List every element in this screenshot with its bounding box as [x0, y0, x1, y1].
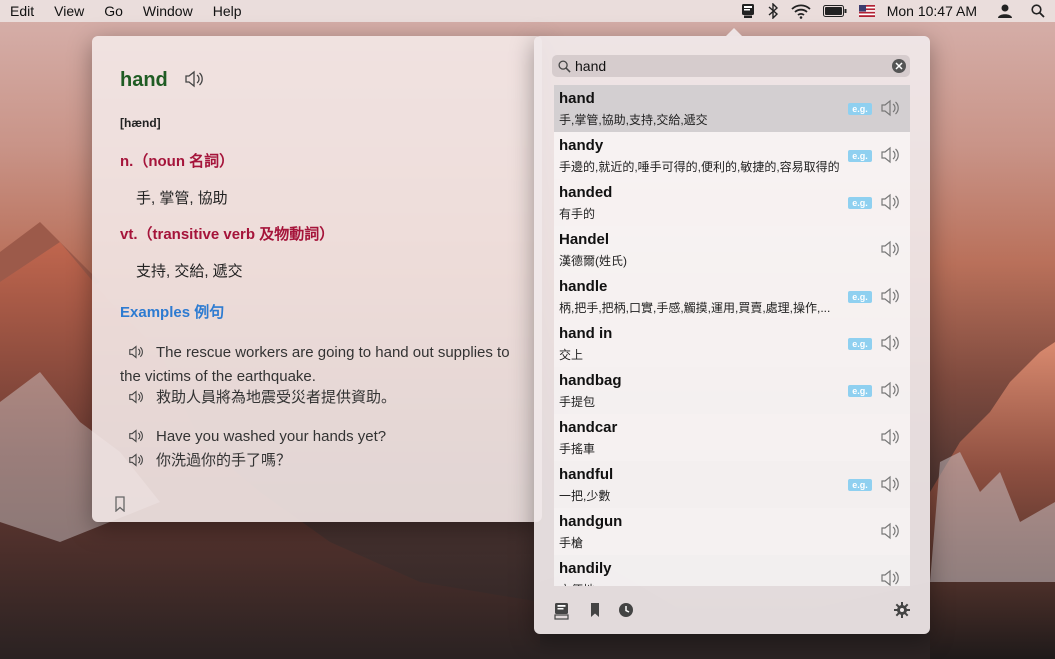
- example-badge[interactable]: e.g.: [848, 197, 872, 209]
- result-translation: 漢德爾(姓氏): [559, 254, 627, 268]
- example-badge[interactable]: e.g.: [848, 291, 872, 303]
- definition-panel: hand [hænd] n.（noun 名詞） 手, 掌管, 協助 vt.（tr…: [92, 36, 542, 522]
- example-1-english: The rescue workers are going to hand out…: [120, 342, 525, 388]
- meaning-noun: 手, 掌管, 協助: [136, 190, 228, 207]
- result-translation: 手,掌管,協助,支持,交給,遞交: [559, 113, 708, 127]
- result-row[interactable]: hand 手,掌管,協助,支持,交給,遞交 e.g.: [554, 85, 910, 132]
- meaning-verb: 支持, 交給, 遞交: [136, 263, 243, 280]
- result-translation: 一把,少數: [559, 489, 611, 503]
- result-row[interactable]: handle 柄,把手,把柄,口實,手感,觸摸,運用,買賣,處理,操作,... e.…: [554, 273, 910, 320]
- result-translation: 手提包: [559, 395, 596, 409]
- example-badge[interactable]: e.g.: [848, 479, 872, 491]
- speaker-icon[interactable]: [880, 287, 900, 310]
- speaker-icon[interactable]: [880, 193, 900, 216]
- menubar-clock[interactable]: Mon 10:47 AM: [887, 0, 977, 22]
- result-row[interactable]: handcar 手搖車: [554, 414, 910, 461]
- settings-gear-icon[interactable]: [894, 602, 910, 623]
- result-translation: 柄,把手,把柄,口實,手感,觸摸,運用,買賣,處理,操作,...: [559, 301, 831, 315]
- wifi-icon[interactable]: [791, 0, 811, 22]
- example-2-english: Have you washed your hands yet?: [120, 426, 525, 450]
- result-translation: 方便地: [559, 581, 844, 586]
- result-row[interactable]: handy 手邊的,就近的,唾手可得的,便利的,敏捷的,容易取得的 e.g.: [554, 132, 910, 179]
- us-flag-icon[interactable]: [858, 0, 875, 22]
- example-1-chinese: 救助人員將為地震受災者提供資助。: [120, 387, 525, 411]
- example-badge[interactable]: e.g.: [848, 150, 872, 162]
- example-2-chinese: 你洗過你的手了嗎？: [120, 450, 525, 474]
- bluetooth-icon[interactable]: [767, 0, 779, 22]
- result-row[interactable]: Handel 漢德爾(姓氏): [554, 226, 910, 273]
- result-translation: 手槍: [559, 536, 584, 550]
- bookmarks-tab-icon[interactable]: [589, 602, 601, 623]
- example-2-chinese-text: 你洗過你的手了嗎？: [156, 452, 292, 469]
- result-word: handily: [559, 560, 612, 577]
- status-area: Mon 10:47 AM: [729, 0, 1055, 22]
- clear-search-icon[interactable]: [892, 59, 906, 73]
- speaker-icon[interactable]: [880, 381, 900, 404]
- result-row[interactable]: hand in 交上 e.g.: [554, 320, 910, 367]
- menu-go[interactable]: Go: [94, 0, 133, 22]
- spotlight-search-icon[interactable]: [1031, 0, 1045, 22]
- result-translation: 手邊的,就近的,唾手可得的,便利的,敏捷的,容易取得的: [559, 160, 840, 174]
- speaker-icon[interactable]: [880, 428, 900, 451]
- results-list: hand 手,掌管,協助,支持,交給,遞交 e.g. handy 手邊的,就近的,唾手可…: [554, 85, 910, 586]
- example-1-english-text: The rescue workers are going to hand out…: [120, 344, 510, 385]
- result-word: handcar: [559, 419, 618, 436]
- history-tab-icon[interactable]: [618, 602, 634, 623]
- pronounce-headword-speaker-icon[interactable]: [184, 70, 204, 93]
- example-badge[interactable]: e.g.: [848, 103, 872, 115]
- menu-view[interactable]: View: [44, 0, 94, 22]
- speaker-icon[interactable]: [880, 522, 900, 545]
- example-2-english-text: Have you washed your hands yet?: [156, 428, 387, 445]
- result-translation: 交上: [559, 348, 584, 362]
- speaker-icon[interactable]: [880, 334, 900, 357]
- headword: hand: [120, 69, 168, 91]
- bookmark-icon[interactable]: [114, 496, 126, 517]
- speaker-icon[interactable]: [880, 475, 900, 498]
- speaker-icon[interactable]: [128, 389, 146, 411]
- menu-edit[interactable]: Edit: [0, 0, 44, 22]
- dictionary-tab-icon[interactable]: [554, 602, 570, 625]
- result-translation: 手搖車: [559, 442, 596, 456]
- result-translation: 有手的: [559, 207, 596, 221]
- result-row[interactable]: handbag 手提包 e.g.: [554, 367, 910, 414]
- part-of-speech-noun: n.（noun 名詞）: [120, 153, 235, 170]
- result-word: Handel: [559, 231, 610, 248]
- dictionary-icon[interactable]: [741, 0, 755, 22]
- search-input[interactable]: [575, 58, 875, 74]
- example-badge[interactable]: e.g.: [848, 338, 872, 350]
- result-word: handgun: [559, 513, 623, 530]
- result-row[interactable]: handful 一把,少數 e.g.: [554, 461, 910, 508]
- part-of-speech-verb: vt.（transitive verb 及物動詞）: [120, 226, 335, 243]
- examples-title: Examples 例句: [120, 304, 225, 321]
- speaker-icon[interactable]: [880, 146, 900, 169]
- example-badge[interactable]: e.g.: [848, 385, 872, 397]
- speaker-icon[interactable]: [880, 240, 900, 263]
- menu-window[interactable]: Window: [133, 0, 203, 22]
- popover-arrow: [726, 28, 742, 36]
- menu-bar: Edit View Go Window Help Mon 10:47 AM: [0, 0, 1055, 22]
- magnifier-icon: [558, 59, 571, 73]
- menu-bar-menus: Edit View Go Window Help: [0, 0, 252, 22]
- search-box: [552, 55, 910, 77]
- result-row[interactable]: handily 方便地: [554, 555, 910, 586]
- result-row[interactable]: handed 有手的 e.g.: [554, 179, 910, 226]
- speaker-icon[interactable]: [128, 428, 146, 450]
- result-row[interactable]: handgun 手槍: [554, 508, 910, 555]
- menu-help[interactable]: Help: [203, 0, 252, 22]
- bottom-toolbar: [534, 598, 930, 624]
- battery-icon[interactable]: [822, 0, 847, 22]
- speaker-icon[interactable]: [128, 452, 146, 474]
- speaker-icon[interactable]: [880, 569, 900, 586]
- user-icon[interactable]: [997, 0, 1013, 22]
- lookup-panel: hand手,掌管,協助,支持,交給,遞交e.g.handy手邊的,就近的,唾手可…: [534, 28, 930, 634]
- speaker-icon[interactable]: [880, 99, 900, 122]
- phonetic: [hænd]: [120, 116, 161, 130]
- example-1-chinese-text: 救助人員將為地震受災者提供資助。: [156, 389, 397, 406]
- speaker-icon[interactable]: [128, 344, 146, 366]
